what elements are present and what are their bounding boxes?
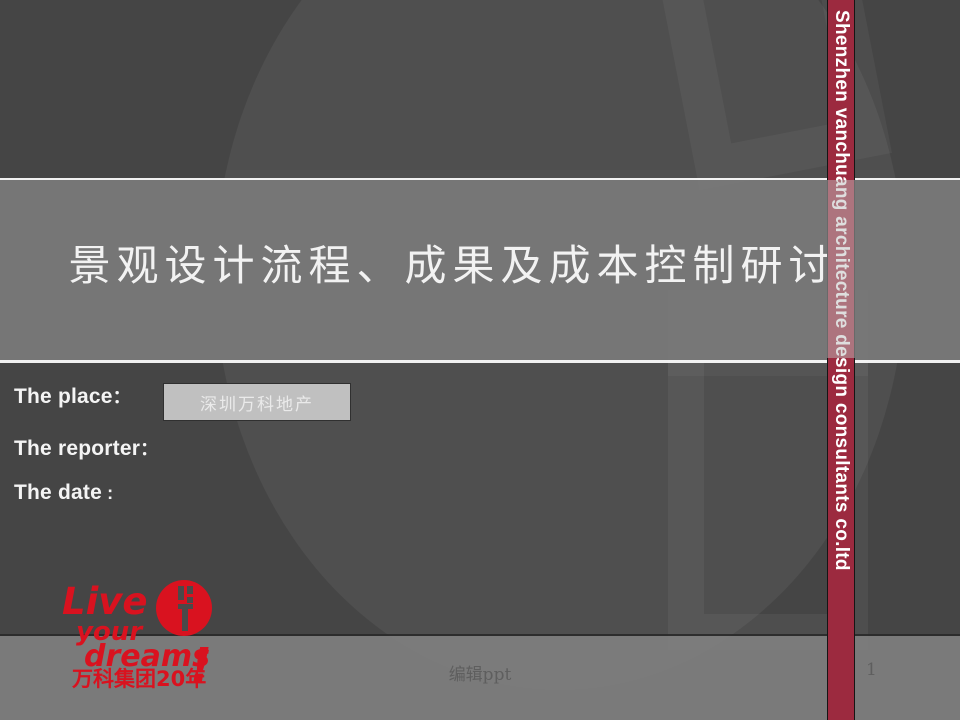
- company-name-text: Shenzhen vanchuang architecture design c…: [831, 10, 852, 571]
- date-label: The date: [14, 481, 102, 504]
- info-row-date: The date :: [14, 481, 434, 505]
- date-colon: :: [101, 483, 114, 503]
- place-value-textbox[interactable]: 深圳万科地产: [163, 383, 351, 421]
- place-label: The place: [14, 385, 113, 408]
- place-colon: ：: [112, 387, 131, 407]
- page-title: 景观设计流程、成果及成本控制研讨: [68, 241, 837, 290]
- place-value-text: 深圳万科地产: [200, 394, 314, 415]
- reporter-label: The reporter: [14, 437, 141, 460]
- reporter-colon: ：: [140, 439, 159, 459]
- company-name-banner: Shenzhen vanchuang architecture design c…: [827, 0, 855, 720]
- presentation-slide: 景观设计流程、成果及成本控制研讨 The place： The reporter…: [0, 0, 960, 720]
- page-number: 1: [866, 660, 877, 680]
- footer-center-text: 编辑ppt: [448, 665, 512, 685]
- info-row-reporter: The reporter：: [14, 435, 434, 461]
